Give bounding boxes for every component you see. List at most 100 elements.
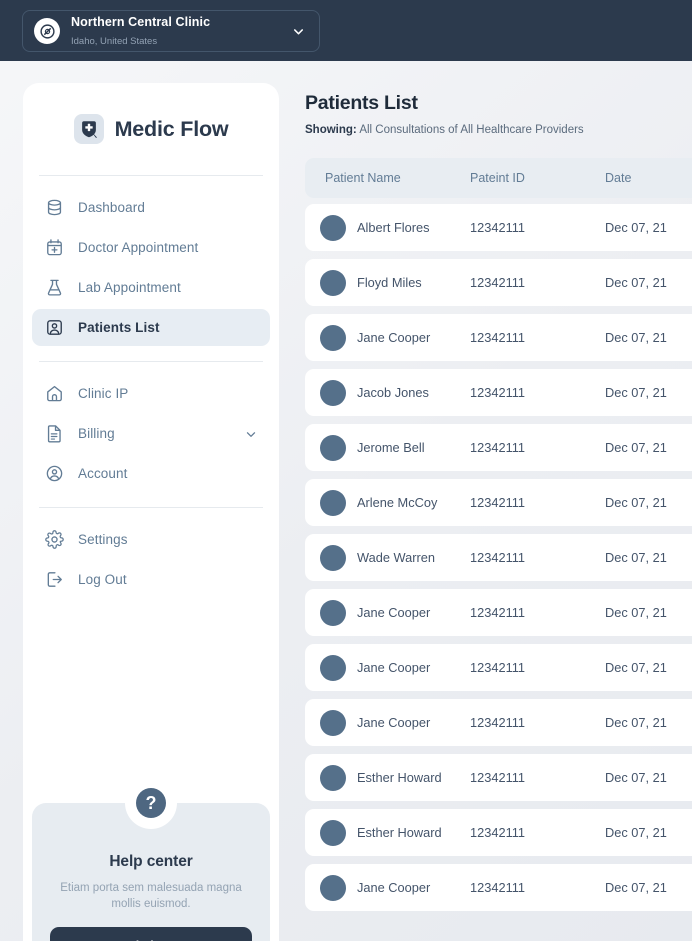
gear-icon [44,529,65,550]
patient-name: Jane Cooper [357,660,431,675]
table-row[interactable]: Arlene McCoy 12342111 Dec 07, 21 [305,479,692,526]
patient-id: 12342111 [470,220,526,235]
showing-value: All Consultations of All Healthcare Prov… [359,124,584,136]
table-row[interactable]: Wade Warren 12342111 Dec 07, 21 [305,534,692,581]
sidebar-item-patients-list[interactable]: Patients List [32,309,270,346]
lab-flask-icon [44,277,65,298]
patient-date: Dec 07, 21 [605,385,667,400]
table-row[interactable]: Esther Howard 12342111 Dec 07, 21 [305,754,692,801]
question-mark-icon: ? [125,777,177,829]
patient-id: 12342111 [470,660,526,675]
patients-table: Patient Name Pateint ID Date Albert Flor… [305,158,692,911]
help-center-description: Etiam porta sem malesuada magna mollis e… [60,882,242,910]
patient-id: 12342111 [470,605,526,620]
patient-date: Dec 07, 21 [605,605,667,620]
page-title: Patients List [305,92,418,114]
database-icon [44,197,65,218]
sidebar-item-label: Lab Appointment [78,280,181,295]
avatar [320,434,346,461]
table-row[interactable]: Jane Cooper 12342111 Dec 07, 21 [305,589,692,636]
sidebar-item-billing[interactable]: Billing [32,415,270,452]
sidebar-item-label: Patients List [78,320,160,335]
patient-id: 12342111 [470,550,526,565]
clinic-circle-icon [34,18,60,44]
avatar [320,489,346,516]
patient-name-cell: Jerome Bell [305,434,470,461]
avatar [320,544,346,571]
main-content: Patients List Showing: All Consultations… [305,83,692,941]
sidebar-item-clinic-ip[interactable]: Clinic IP [32,375,270,412]
sidebar-item-doctor-appointment[interactable]: Doctor Appointment [32,229,270,266]
sidebar-item-label: Account [78,466,128,481]
avatar [320,599,346,626]
sidebar-item-label: Settings [78,532,128,547]
avatar [320,819,346,846]
table-row[interactable]: Jane Cooper 12342111 Dec 07, 21 [305,314,692,361]
table-row[interactable]: Floyd Miles 12342111 Dec 07, 21 [305,259,692,306]
patient-id: 12342111 [470,880,526,895]
sidebar-item-label: Billing [78,426,115,441]
user-circle-icon [44,463,65,484]
table-row[interactable]: Jacob Jones 12342111 Dec 07, 21 [305,369,692,416]
top-bar: Northern Central Clinic Idaho, United St… [0,0,692,61]
medic-shield-cross-icon [73,114,104,144]
patient-name-cell: Jane Cooper [305,599,470,626]
patient-name: Albert Flores [357,220,430,235]
table-row[interactable]: Jane Cooper 12342111 Dec 07, 21 [305,864,692,911]
avatar [320,269,346,296]
patient-date: Dec 07, 21 [605,275,667,290]
patient-id: 12342111 [470,495,526,510]
showing-filter-text: Showing: All Consultations of All Health… [305,124,692,136]
patient-name: Arlene McCoy [357,495,438,510]
nav-group-secondary: Clinic IP Billing Account [23,362,279,507]
table-row[interactable]: Jane Cooper 12342111 Dec 07, 21 [305,644,692,691]
document-icon [44,423,65,444]
go-to-help-center-button[interactable]: Go to help center [50,927,252,941]
help-center-title: Help center [109,853,193,870]
sidebar-item-account[interactable]: Account [32,455,270,492]
table-body: Albert Flores 12342111 Dec 07, 21 Floyd Mil… [305,204,692,911]
patient-name-cell: Arlene McCoy [305,489,470,516]
clinic-location: Idaho, United States [71,36,158,47]
patient-name-cell: Jane Cooper [305,709,470,736]
patient-name: Jane Cooper [357,330,431,345]
patient-date: Dec 07, 21 [605,330,667,345]
app-root: Northern Central Clinic Idaho, United St… [0,0,692,941]
patient-name: Jane Cooper [357,880,431,895]
brand-name: Medic Flow [114,116,229,141]
table-row[interactable]: Albert Flores 12342111 Dec 07, 21 [305,204,692,251]
brand: Medic Flow [23,83,279,175]
table-row[interactable]: Jane Cooper 12342111 Dec 07, 21 [305,699,692,746]
column-header-patient-name: Patient Name [325,171,401,185]
patient-date: Dec 07, 21 [605,770,667,785]
chevron-down-icon[interactable] [244,427,258,441]
avatar [320,214,346,241]
patient-name-cell: Jane Cooper [305,654,470,681]
patient-date: Dec 07, 21 [605,825,667,840]
table-row[interactable]: Esther Howard 12342111 Dec 07, 21 [305,809,692,856]
sidebar-item-label: Log Out [78,572,127,587]
sidebar-item-lab-appointment[interactable]: Lab Appointment [32,269,270,306]
sidebar-item-log-out[interactable]: Log Out [32,561,270,598]
avatar [320,709,346,736]
sidebar-item-settings[interactable]: Settings [32,521,270,558]
table-header-row: Patient Name Pateint ID Date [305,158,692,198]
patient-id: 12342111 [470,715,526,730]
sidebar-item-label: Clinic IP [78,386,129,401]
patient-name: Esther Howard [357,825,442,840]
avatar [320,324,346,351]
patient-id: 12342111 [470,825,526,840]
chevron-down-icon[interactable] [289,22,307,40]
sidebar: Medic Flow Dashboard Doctor Appointment … [23,83,279,941]
patient-name-cell: Esther Howard [305,764,470,791]
patient-date: Dec 07, 21 [605,495,667,510]
home-icon [44,383,65,404]
patient-name: Jane Cooper [357,605,431,620]
table-row[interactable]: Jerome Bell 12342111 Dec 07, 21 [305,424,692,471]
column-header-patient-id: Pateint ID [470,171,525,185]
sidebar-item-dashboard[interactable]: Dashboard [32,189,270,226]
patient-card-icon [44,317,65,338]
avatar [320,654,346,681]
patient-name-cell: Jane Cooper [305,874,470,901]
clinic-selector[interactable]: Northern Central Clinic Idaho, United St… [22,10,320,52]
